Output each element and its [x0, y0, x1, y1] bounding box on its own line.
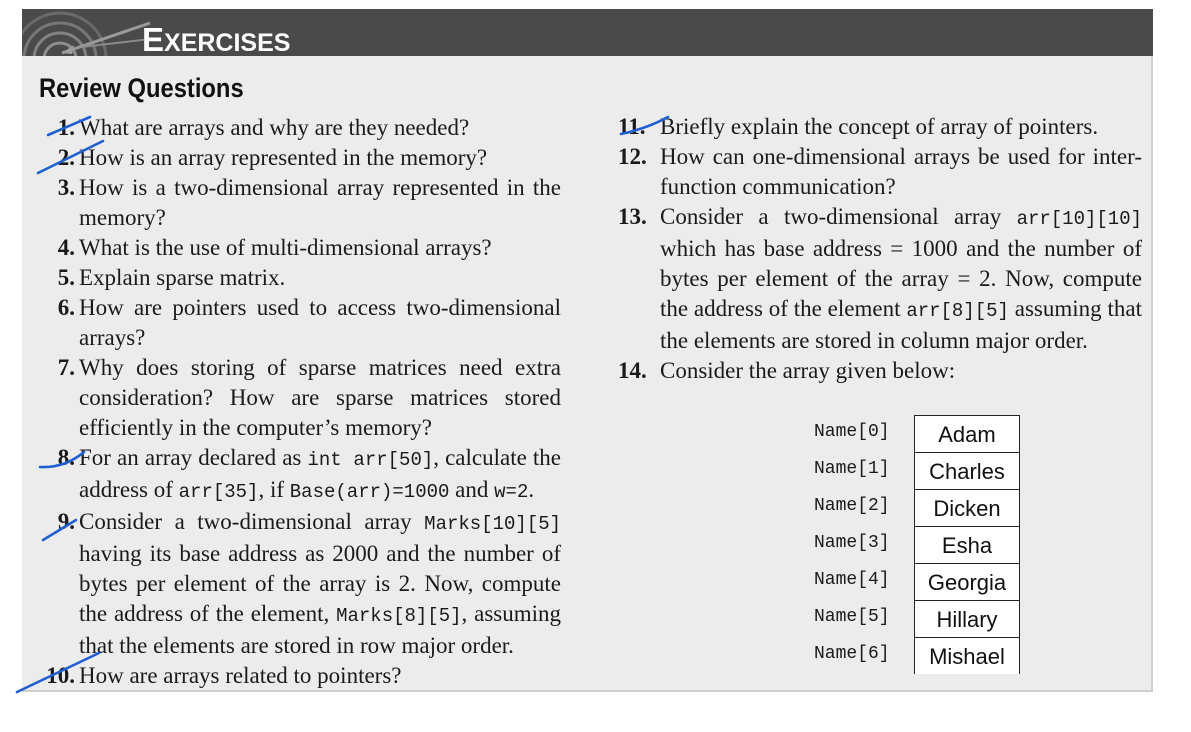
array-value-cell: Dicken — [914, 489, 1020, 526]
exercises-header: EXERCISES — [22, 9, 1153, 56]
question-item: 11. Briefly explain the concept of array … — [612, 112, 1142, 142]
question-item: 7. Why does storing of sparse matrices ne… — [39, 353, 561, 443]
target-arrow-decoration — [22, 11, 151, 56]
array-index-label: Name[6] — [814, 644, 890, 664]
code-text: Marks[10][5] — [424, 513, 561, 535]
question-text: Consider the array given below: — [660, 358, 956, 383]
question-number: 14. — [618, 358, 647, 383]
question-number: 4. — [57, 235, 75, 260]
code-text: arr[8][5] — [906, 300, 1009, 322]
question-number: 9. — [57, 509, 75, 534]
question-number: 8. — [57, 445, 75, 470]
array-index-label: Name[3] — [814, 533, 890, 553]
code-text: int arr[50] — [307, 449, 434, 471]
array-value-cell: Charles — [914, 452, 1020, 489]
array-index-label: Name[4] — [814, 570, 890, 590]
question-text: For an array declared as — [79, 445, 308, 470]
question-text: How are arrays related to pointers? — [79, 663, 402, 688]
array-value-cell: Georgia — [914, 563, 1020, 600]
question-text: Explain sparse matrix. — [79, 265, 286, 290]
question-number: 5. — [57, 265, 75, 290]
question-text: How is an array represented in the memor… — [79, 145, 488, 170]
question-item: 10. How are arrays related to pointers? — [39, 661, 561, 691]
question-text: How is a two-dimensional array represent… — [79, 175, 561, 230]
question-item: 13. Consider a two-dimensional array arr[… — [612, 202, 1142, 356]
header-title-rest: XERCISES — [164, 29, 291, 56]
question-number: 3. — [57, 175, 75, 200]
array-index-label: Name[1] — [814, 459, 890, 479]
question-text: What are arrays and why are they needed? — [79, 115, 470, 140]
question-number: 13. — [618, 204, 647, 229]
array-value-cell: Esha — [914, 526, 1020, 563]
question-item: 12. How can one-dimensional arrays be use… — [612, 142, 1142, 202]
code-text: arr[10][10] — [1016, 208, 1142, 230]
question-text: What is the use of multi-dimensional arr… — [79, 235, 492, 260]
question-item: 14. Consider the array given below: — [612, 356, 1142, 386]
array-index-label: Name[5] — [814, 607, 890, 627]
array-value-cell: Hillary — [914, 600, 1020, 637]
array-index-label: Name[2] — [814, 496, 890, 516]
question-item: 9. Consider a two-dimensional array Marks… — [39, 507, 561, 661]
question-text: Consider a two-dimensional array — [660, 204, 1017, 229]
question-number: 7. — [57, 355, 75, 380]
array-value-cell: Adam — [914, 415, 1020, 452]
question-text: How can one-dimensional arrays be used f… — [660, 144, 1142, 199]
questions-right-column: 11. Briefly explain the concept of array … — [612, 112, 1142, 386]
question-text: Why does storing of sparse matrices need… — [79, 355, 561, 440]
section-title: Review Questions — [39, 73, 244, 103]
question-item: 1. What are arrays and why are they neede… — [39, 113, 561, 143]
code-text: w=2 — [494, 481, 529, 503]
question-item: 5. Explain sparse matrix. — [39, 263, 561, 293]
code-text: arr[35] — [178, 481, 259, 503]
question-item: 8. For an array declared as int arr[50] , … — [39, 443, 561, 507]
question-number: 12. — [618, 144, 647, 169]
question-number: 1. — [57, 115, 75, 140]
question-number: 6. — [57, 295, 75, 320]
array-index-label: Name[0] — [814, 422, 890, 442]
code-text: Marks[8][5] — [336, 605, 462, 627]
question-text: Consider a two-dimensional array — [79, 509, 425, 534]
question-number: 2. — [57, 145, 75, 170]
array-value-cell: Mishael — [914, 637, 1020, 674]
question-text: Briefly explain the concept of array of … — [660, 114, 1099, 139]
questions-left-column: 1. What are arrays and why are they neede… — [39, 113, 561, 691]
question-text: . — [528, 477, 535, 502]
question-item: 3. How is a two-dimensional array represe… — [39, 173, 561, 233]
question-text: How are pointers used to access two-dime… — [79, 295, 561, 350]
header-title: EXERCISES — [142, 21, 291, 57]
question-text: and — [449, 477, 495, 502]
question-text: , if — [258, 477, 290, 502]
question-item: 6. How are pointers used to access two-di… — [39, 293, 561, 353]
question-item: 2. How is an array represented in the mem… — [39, 143, 561, 173]
header-title-initial: E — [142, 21, 165, 57]
code-text: Base(arr)=1000 — [289, 481, 450, 503]
question-number: 10. — [46, 663, 75, 688]
question-item: 4. What is the use of multi-dimensional a… — [39, 233, 561, 263]
question-number: 11. — [618, 114, 646, 139]
